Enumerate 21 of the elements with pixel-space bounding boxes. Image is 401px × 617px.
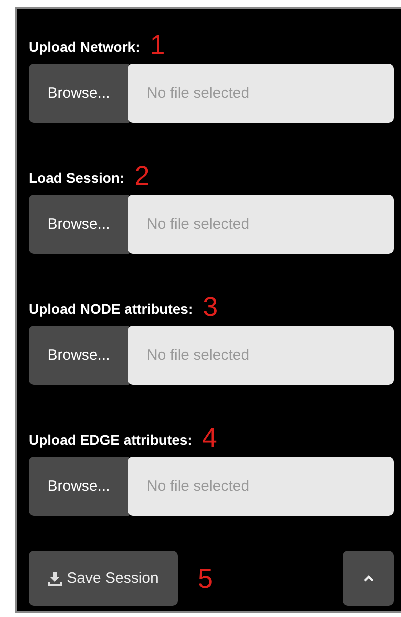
- scroll-top-button[interactable]: [343, 551, 394, 606]
- file-name-field[interactable]: No file selected: [128, 457, 394, 516]
- annotation-number: 4: [202, 424, 218, 452]
- browse-button[interactable]: Browse...: [29, 326, 129, 385]
- chevron-up-icon: [364, 575, 374, 582]
- annotation-number: 2: [134, 162, 150, 190]
- field-label: Upload EDGE attributes:: [29, 432, 192, 450]
- browse-button[interactable]: Browse...: [29, 457, 129, 516]
- download-icon: [48, 572, 62, 586]
- file-name-field[interactable]: No file selected: [128, 195, 394, 254]
- field-label: Upload NODE attributes:: [29, 301, 194, 319]
- field-label: Upload Network:: [29, 39, 140, 57]
- annotation-number: 5: [198, 564, 214, 592]
- annotation-number: 1: [150, 31, 166, 59]
- field-label: Load Session:: [29, 170, 125, 188]
- file-name-field[interactable]: No file selected: [128, 64, 394, 123]
- file-name-field[interactable]: No file selected: [128, 326, 394, 385]
- browse-button[interactable]: Browse...: [29, 64, 129, 123]
- annotation-number: 3: [203, 293, 218, 321]
- browse-button[interactable]: Browse...: [29, 195, 129, 254]
- save-session-button[interactable]: Save Session: [29, 551, 178, 606]
